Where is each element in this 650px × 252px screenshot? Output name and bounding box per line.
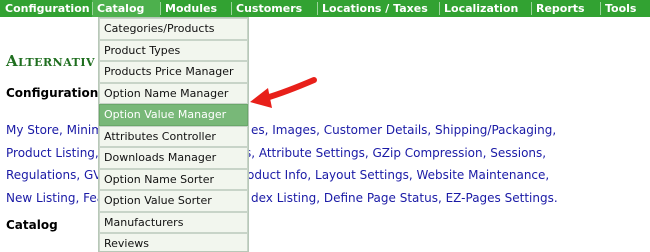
config-links-line-4-start[interactable]: New Listing, Fea <box>6 191 104 205</box>
nav-modules[interactable]: Modules <box>160 0 231 17</box>
menu-item-manufacturers[interactable]: Manufacturers <box>99 211 248 233</box>
page-title: Alternativ <box>6 52 96 70</box>
nav-tools[interactable]: Tools <box>600 0 650 17</box>
nav-configuration[interactable]: Configuration <box>0 0 92 17</box>
nav-customers[interactable]: Customers <box>231 0 317 17</box>
config-links-line-3-end[interactable]: oduct Info, Layout Settings, Website Mai… <box>247 164 549 187</box>
config-links-line-2-start[interactable]: Product Listing, <box>6 146 99 160</box>
catalog-dropdown-menu: Categories/Products Product Types Produc… <box>98 17 249 252</box>
menu-item-downloads-manager[interactable]: Downloads Manager <box>99 147 248 169</box>
top-nav: Configuration Catalog Modules Customers … <box>0 0 650 17</box>
menu-item-product-types[interactable]: Product Types <box>99 39 248 61</box>
menu-item-option-value-manager[interactable]: Option Value Manager <box>99 104 248 126</box>
nav-localization[interactable]: Localization <box>439 0 531 17</box>
menu-item-attributes-controller[interactable]: Attributes Controller <box>99 125 248 147</box>
red-pointer-arrow-icon <box>250 77 317 108</box>
config-links-line-1-end[interactable]: es, Images, Customer Details, Shipping/P… <box>251 119 556 142</box>
config-links-line-1-start[interactable]: My Store, Minim <box>6 123 103 137</box>
config-links-line-4-end[interactable]: dex Listing, Define Page Status, EZ-Page… <box>251 187 558 210</box>
menu-item-option-value-sorter[interactable]: Option Value Sorter <box>99 190 248 212</box>
configuration-section-title: Configuration <box>6 86 99 100</box>
menu-item-reviews[interactable]: Reviews <box>99 233 248 251</box>
menu-item-categories-products[interactable]: Categories/Products <box>99 18 248 40</box>
menu-item-option-name-sorter[interactable]: Option Name Sorter <box>99 168 248 190</box>
nav-catalog[interactable]: Catalog <box>92 0 160 17</box>
config-links-line-2-end[interactable]: ons, Attribute Settings, GZip Compressio… <box>230 142 546 165</box>
catalog-section-title: Catalog <box>6 218 58 232</box>
config-links-line-3-start[interactable]: Regulations, GV <box>6 168 101 182</box>
menu-item-option-name-manager[interactable]: Option Name Manager <box>99 82 248 104</box>
nav-locations-taxes[interactable]: Locations / Taxes <box>317 0 439 17</box>
nav-reports[interactable]: Reports <box>531 0 600 17</box>
menu-item-products-price-manager[interactable]: Products Price Manager <box>99 61 248 83</box>
